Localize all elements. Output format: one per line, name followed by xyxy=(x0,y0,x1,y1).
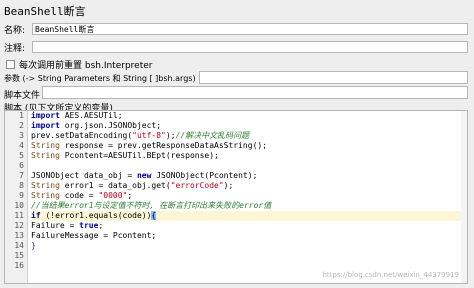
code-token: JSONObject(Pcontent); xyxy=(151,171,258,180)
code-token: error1 = data_obj.get( xyxy=(59,181,171,190)
code-token: //解决中文乱码问题 xyxy=(175,131,250,140)
code-line: Failure = true; xyxy=(31,221,465,231)
code-token: import xyxy=(31,121,60,130)
code-token: "errorCode" xyxy=(170,181,224,190)
window-title: BeanShell断言 xyxy=(4,5,86,18)
code-token: ; xyxy=(98,221,104,230)
code-token: ; xyxy=(127,191,133,200)
line-number: 8 xyxy=(19,181,24,190)
code-token: import xyxy=(31,111,60,120)
code-token: //当结果error1与设定值不符时, 在断言打印出来失败的error值 xyxy=(31,201,272,210)
code-token: code = xyxy=(59,191,99,200)
code-token: AES.AESUTil; xyxy=(59,111,123,120)
line-number: 15 xyxy=(14,251,24,260)
code-line: if (!error1.equals(code)){ xyxy=(31,211,465,221)
code-token: new xyxy=(136,171,152,180)
watermark: https://blog.csdn.net/weixin_44379919 xyxy=(322,271,459,279)
code-token: String xyxy=(31,191,60,200)
line-number: 16 xyxy=(14,261,24,270)
line-number: 7 xyxy=(19,171,24,180)
line-number: 2 xyxy=(19,121,24,130)
reset-checkbox[interactable] xyxy=(6,60,15,69)
code-line: String code = "0000"; xyxy=(31,191,465,201)
code-token: response = prev.getResponseDataAsString(… xyxy=(59,141,268,150)
reset-label: 每次调用前重置 bsh.Interpreter xyxy=(19,61,153,71)
code-token: "0000" xyxy=(98,191,128,200)
code-line: String response = prev.getResponseDataAs… xyxy=(31,141,465,151)
script-file-label: 脚本文件 xyxy=(4,91,41,101)
editor-scrollbar[interactable] xyxy=(461,111,467,283)
line-number: 4 xyxy=(19,141,24,150)
comment-row: 注释: xyxy=(4,41,25,54)
reset-row[interactable]: 每次调用前重置 bsh.Interpreter xyxy=(6,58,152,71)
code-line: } xyxy=(31,241,465,251)
params-row: 参数 (-> String Parameters 和 String [ ]bsh… xyxy=(4,73,196,84)
code-token: ); xyxy=(223,181,234,190)
name-row: 名称: xyxy=(4,23,25,36)
line-number: 9 xyxy=(19,191,24,200)
script-editor[interactable]: 1 2 3 4 5 6 7 8 9 10 11 12 13 14 15 16 import AES.AESUT… xyxy=(4,110,468,284)
script-file-row: 脚本文件 xyxy=(4,88,40,101)
code-line: //当结果error1与设定值不符时, 在断言打印出来失败的error值 xyxy=(31,201,465,211)
line-number-gutter: 1 2 3 4 5 6 7 8 9 10 11 12 13 14 15 16 xyxy=(5,111,28,283)
code-line: import org.json.JSONObject; xyxy=(31,121,465,131)
line-number: 3 xyxy=(19,131,24,140)
params-label: 参数 (-> String Parameters 和 String [ ]bsh… xyxy=(4,74,196,83)
code-token: String xyxy=(31,151,60,160)
code-token: Pcontent=AESUTil.BEpt(response); xyxy=(59,151,219,160)
name-field[interactable]: BeanShell断言 xyxy=(32,23,468,35)
line-number: 14 xyxy=(14,241,24,250)
code-line: String error1 = data_obj.get("errorCode"… xyxy=(31,181,465,191)
code-line: JSONObject data_obj = new JSONObject(Pco… xyxy=(31,171,465,181)
code-line: import AES.AESUTil; xyxy=(31,111,465,121)
comment-label: 注释: xyxy=(4,44,26,54)
code-token: Failure = xyxy=(31,221,80,230)
code-token: (!error1.equals(code)) xyxy=(40,211,152,220)
name-label: 名称: xyxy=(4,26,26,36)
code-token: FailureMessage = Pcontent; xyxy=(31,231,157,240)
code-token: JSONObject data_obj = xyxy=(31,171,137,180)
code-token: String xyxy=(31,181,60,190)
code-token: "utf-8" xyxy=(132,131,166,140)
script-file-field[interactable] xyxy=(42,86,468,99)
code-token: prev.setDataEncoding( xyxy=(31,131,133,140)
params-field[interactable] xyxy=(199,71,468,84)
code-token: org.json.JSONObject; xyxy=(59,121,162,130)
line-number: 12 xyxy=(14,221,24,230)
code-line: prev.setDataEncoding("utf-8");//解决中文乱码问题 xyxy=(31,131,465,141)
code-token: } xyxy=(31,241,36,250)
code-line: String Pcontent=AESUTil.BEpt(response); xyxy=(31,151,465,161)
line-number: 1 xyxy=(19,111,24,120)
line-number: 13 xyxy=(14,231,24,240)
code-token: String xyxy=(31,141,60,150)
code-area[interactable]: import AES.AESUTil; import org.json.JSONO… xyxy=(31,111,465,271)
line-number: 5 xyxy=(19,151,24,160)
code-token: if xyxy=(31,211,41,220)
code-token: ); xyxy=(165,131,176,140)
line-number: 11 xyxy=(14,211,24,220)
code-token: { xyxy=(151,211,157,220)
line-number: 10 xyxy=(14,201,24,210)
code-token: true xyxy=(79,221,99,230)
line-number: 6 xyxy=(19,161,24,170)
comment-field[interactable] xyxy=(32,41,468,53)
code-line: FailureMessage = Pcontent; xyxy=(31,231,465,241)
